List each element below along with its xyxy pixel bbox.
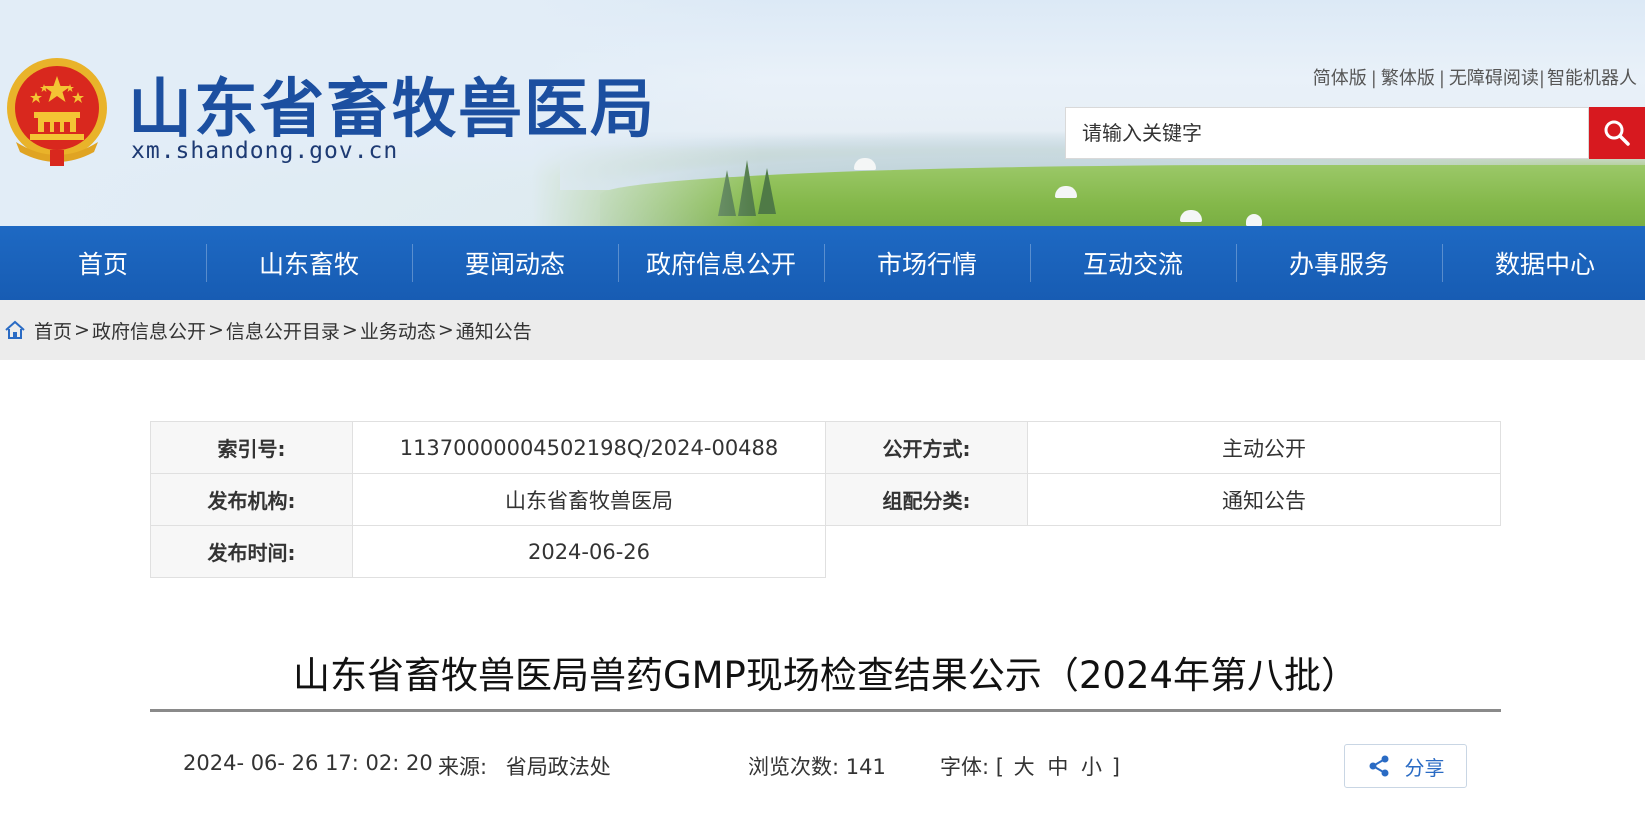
- index-value: 11370000004502198Q/2024-00488: [352, 421, 826, 474]
- share-label: 分享: [1404, 755, 1445, 780]
- divider: |: [1538, 68, 1545, 89]
- nav-item-home[interactable]: 首页: [0, 226, 206, 300]
- bracket-open: [: [995, 755, 1004, 779]
- search-input[interactable]: [1065, 107, 1589, 159]
- publish-datetime: 2024- 06- 26 17: 02: 20: [183, 751, 433, 775]
- table-row: 发布机构: 山东省畜牧兽医局 组配分类: 通知公告: [150, 473, 1501, 526]
- view-count: 浏览次数: 141: [748, 751, 886, 781]
- banner-tree: [758, 168, 776, 214]
- source-label: 来源:: [438, 755, 488, 779]
- nav-item-gov-info[interactable]: 政府信息公开: [618, 226, 824, 300]
- article-title: 山东省畜牧兽医局兽药GMP现场检查结果公示（2024年第八批）: [292, 654, 1359, 697]
- main-nav: 首页 山东畜牧 要闻动态 政府信息公开 市场行情 互动交流 办事服务 数据中心: [0, 226, 1645, 300]
- publisher-value: 山东省畜牧兽医局: [352, 473, 826, 526]
- home-icon: [5, 320, 25, 339]
- nav-item-market[interactable]: 市场行情: [824, 226, 1030, 300]
- font-label: 字体:: [940, 755, 990, 779]
- breadcrumb-business-news[interactable]: 业务动态: [360, 317, 436, 344]
- search-box: [1065, 107, 1645, 159]
- divider: |: [1438, 68, 1445, 89]
- breadcrumb: 首页 > 政府信息公开 > 信息公开目录 > 业务动态 > 通知公告: [0, 300, 1645, 360]
- font-size-small[interactable]: 小: [1081, 755, 1102, 779]
- breadcrumb-info-catalog[interactable]: 信息公开目录: [226, 317, 340, 344]
- national-emblem-icon: [7, 58, 107, 166]
- date-label: 发布时间:: [150, 525, 353, 578]
- breadcrumb-separator: >: [341, 319, 358, 341]
- breadcrumb-separator: >: [437, 319, 454, 341]
- info-table: 索引号: 11370000004502198Q/2024-00488 公开方式:…: [150, 421, 1501, 578]
- site-domain: xm.shandong.gov.cn: [131, 138, 399, 164]
- divider: |: [1370, 68, 1377, 89]
- breadcrumb-notices[interactable]: 通知公告: [456, 317, 532, 344]
- link-accessible-reading[interactable]: 无障碍阅读: [1449, 68, 1539, 89]
- table-row: 发布时间: 2024-06-26: [150, 525, 1501, 578]
- breadcrumb-separator: >: [207, 319, 224, 341]
- category-label: 组配分类:: [825, 473, 1028, 526]
- link-simplified-chinese[interactable]: 简体版: [1313, 68, 1367, 89]
- search-icon: [1604, 120, 1630, 146]
- source-value: 省局政法处: [505, 755, 611, 779]
- site-title: 山东省畜牧兽医局: [128, 72, 656, 147]
- article-source: 来源: 省局政法处: [438, 751, 611, 781]
- nav-item-news[interactable]: 要闻动态: [412, 226, 618, 300]
- font-size-large[interactable]: 大: [1014, 755, 1035, 779]
- empty-cell: [825, 525, 1501, 578]
- views-label: 浏览次数:: [748, 755, 840, 779]
- font-size-control: 字体: [ 大 中 小 ]: [940, 751, 1120, 781]
- disclosure-value: 主动公开: [1027, 421, 1501, 474]
- breadcrumb-home[interactable]: 首页: [34, 317, 72, 344]
- date-value: 2024-06-26: [352, 525, 826, 578]
- banner-yurt: [1055, 186, 1077, 198]
- disclosure-label: 公开方式:: [825, 421, 1028, 474]
- title-divider: [150, 709, 1501, 712]
- breadcrumb-separator: >: [74, 319, 90, 341]
- category-value: 通知公告: [1027, 473, 1501, 526]
- views-value: 141: [845, 755, 886, 779]
- publisher-label: 发布机构:: [150, 473, 353, 526]
- nav-item-services[interactable]: 办事服务: [1236, 226, 1442, 300]
- share-icon: [1369, 755, 1388, 777]
- font-size-medium[interactable]: 中: [1047, 755, 1068, 779]
- breadcrumb-gov-info[interactable]: 政府信息公开: [92, 317, 206, 344]
- banner-yurt: [1180, 210, 1202, 222]
- table-row: 索引号: 11370000004502198Q/2024-00488 公开方式:…: [150, 421, 1501, 474]
- top-links: 简体版 | 繁体版 | 无障碍阅读| 智能机器人: [1313, 64, 1637, 90]
- nav-item-interaction[interactable]: 互动交流: [1030, 226, 1236, 300]
- nav-item-shandong-livestock[interactable]: 山东畜牧: [206, 226, 412, 300]
- banner-yurt: [854, 158, 876, 170]
- nav-item-data-center[interactable]: 数据中心: [1442, 226, 1645, 300]
- link-traditional-chinese[interactable]: 繁体版: [1381, 68, 1435, 89]
- site-header: 山东省畜牧兽医局 xm.shandong.gov.cn 简体版 | 繁体版 | 无障碍阅…: [0, 0, 1645, 226]
- index-label: 索引号:: [150, 421, 353, 474]
- banner-yurt: [1246, 214, 1262, 226]
- search-button[interactable]: [1589, 107, 1645, 159]
- link-smart-robot[interactable]: 智能机器人: [1547, 68, 1637, 89]
- share-button[interactable]: 分享: [1344, 744, 1467, 788]
- bracket-close: ]: [1111, 755, 1120, 779]
